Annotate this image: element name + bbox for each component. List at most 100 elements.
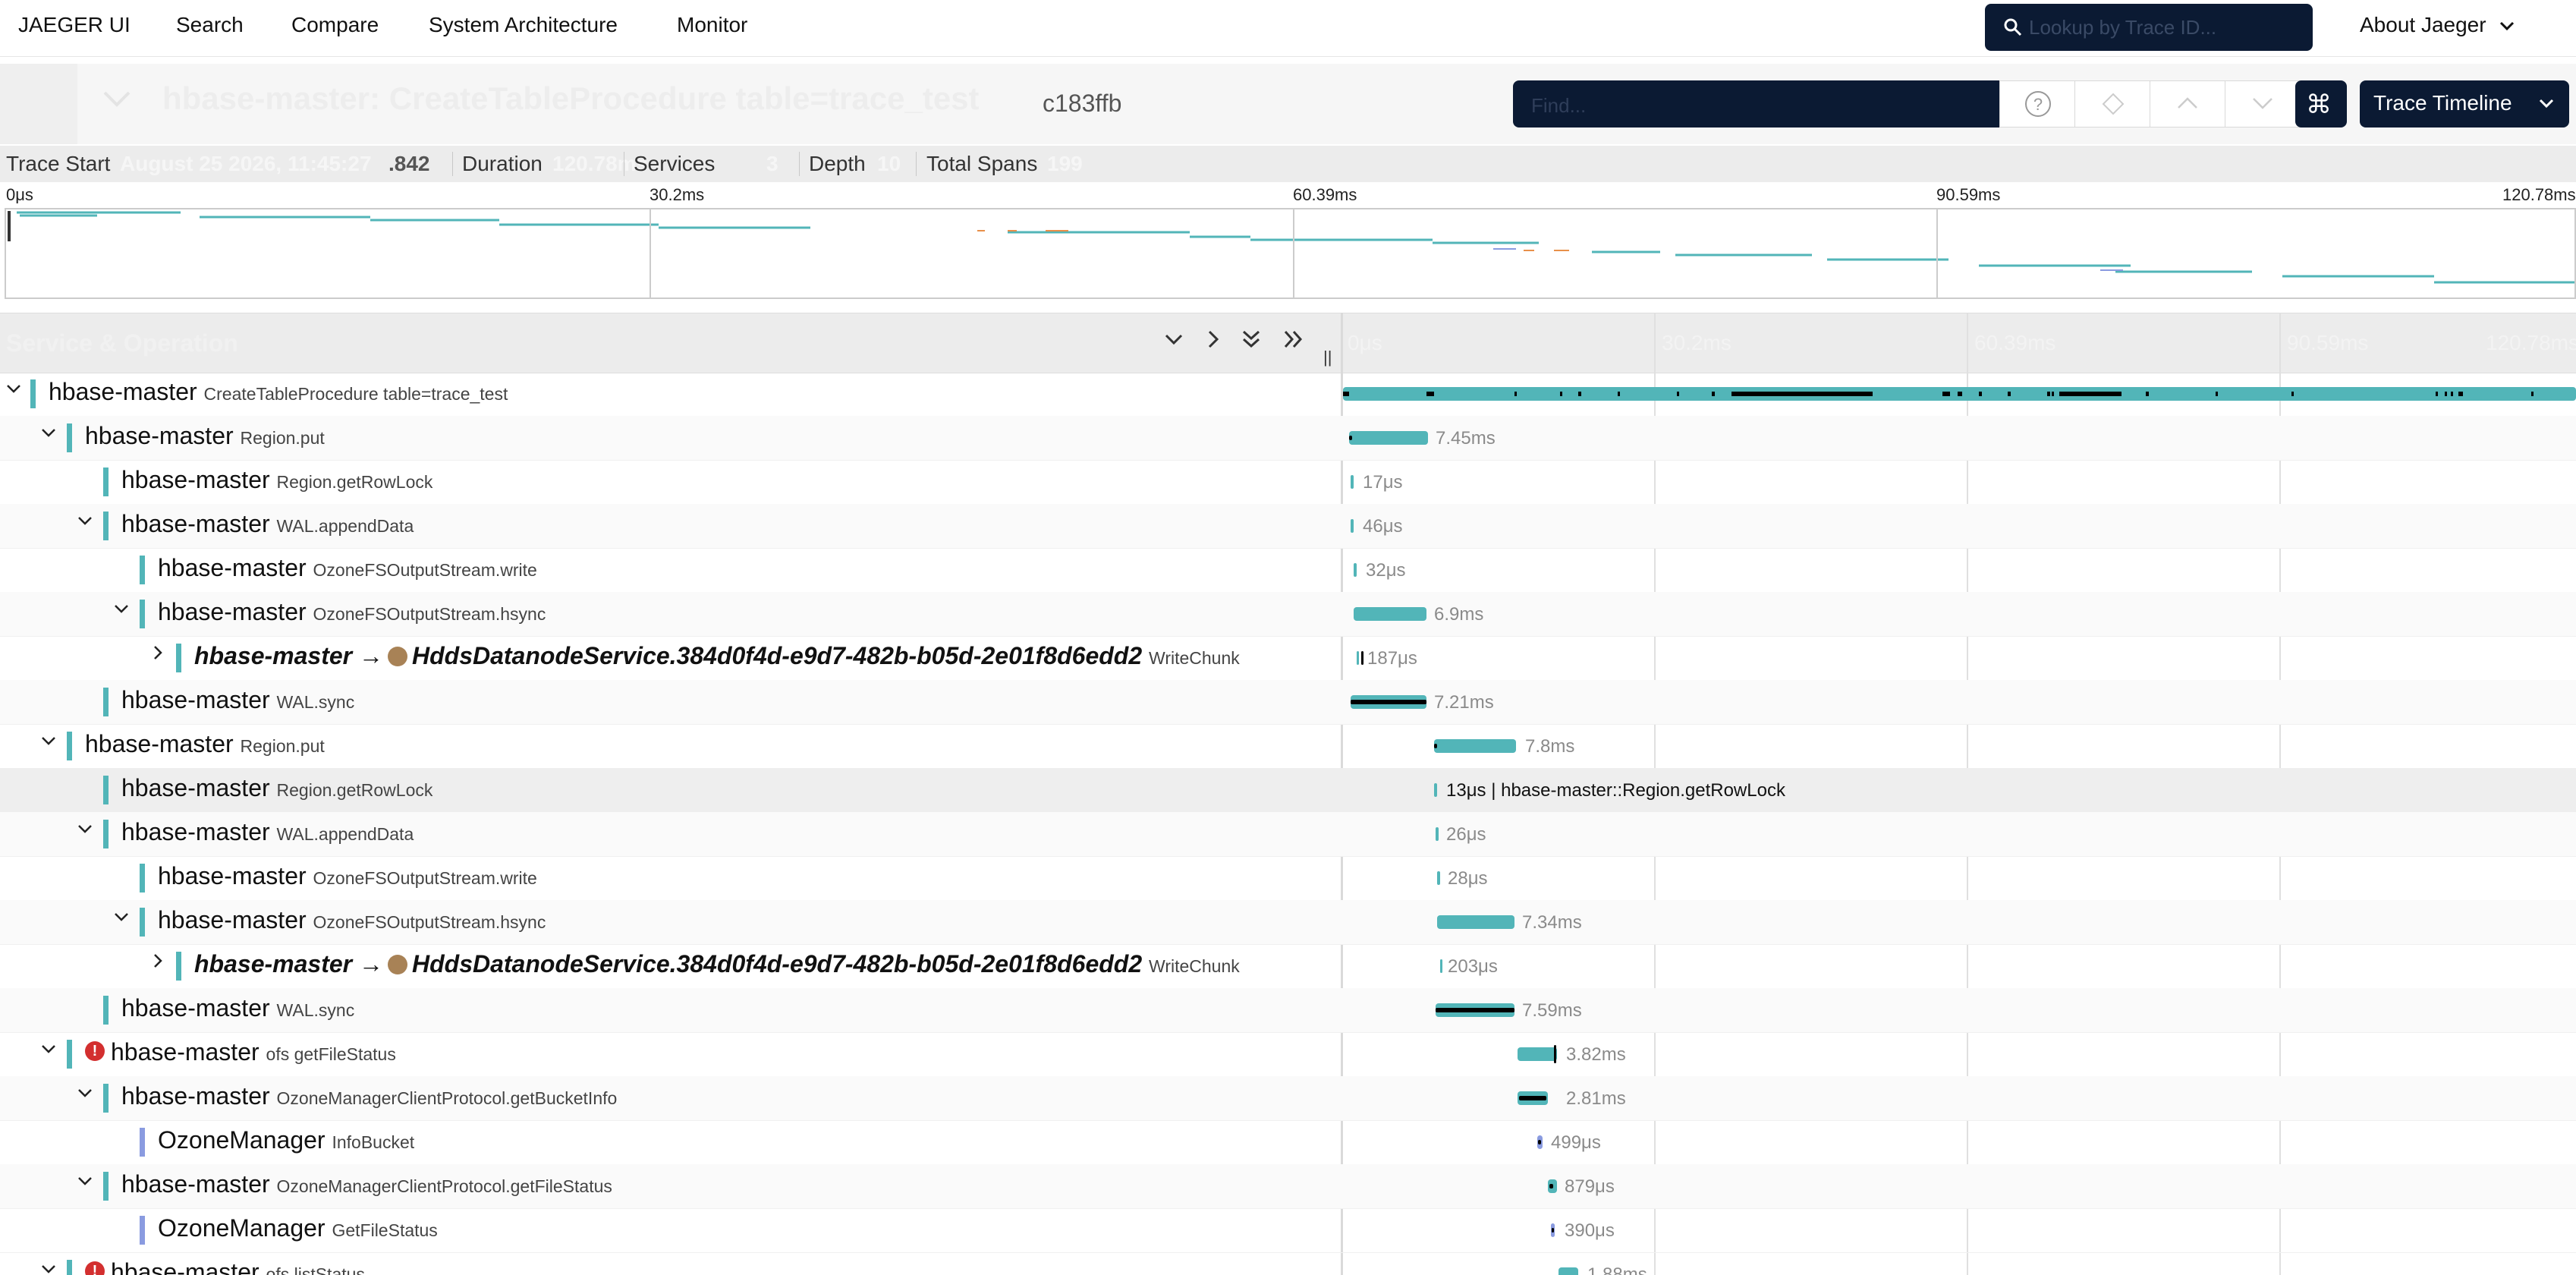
nav-search[interactable]: Search [176, 13, 244, 37]
span-name[interactable]: hbase-master → HddsDatanodeService.384d0f… [194, 950, 1240, 978]
span-name[interactable]: OzoneManager GetFileStatus [158, 1214, 438, 1242]
service-color-bar [103, 468, 109, 496]
span-name[interactable]: hbase-master OzoneFSOutputStream.write [158, 554, 537, 582]
span-row[interactable]: ! hbase-master ofs getFileStatus 3.82ms [0, 1032, 2576, 1077]
span-name[interactable]: hbase-master CreateTableProcedure table=… [49, 378, 508, 406]
chevron-right-icon[interactable] [149, 644, 167, 662]
span-row[interactable]: hbase-master → HddsDatanodeService.384d0f… [0, 944, 2576, 989]
back-button[interactable] [0, 64, 77, 144]
span-bar[interactable] [1351, 519, 1354, 533]
span-name[interactable]: hbase-master OzoneFSOutputStream.hsync [158, 598, 546, 626]
span-row[interactable]: hbase-master → HddsDatanodeService.384d0f… [0, 636, 2576, 681]
span-name[interactable]: hbase-master → HddsDatanodeService.384d0f… [194, 642, 1240, 670]
chevron-down-icon[interactable] [76, 820, 94, 838]
span-row[interactable]: hbase-master WAL.appendData 26μs [0, 812, 2576, 857]
collapse-all-icon[interactable] [1240, 328, 1263, 351]
span-row[interactable]: hbase-master OzoneManagerClientProtocol.… [0, 1164, 2576, 1209]
about-jaeger-menu[interactable]: About Jaeger [2360, 13, 2515, 37]
collapse-one-icon[interactable] [1162, 328, 1185, 351]
span-bar[interactable] [1434, 739, 1516, 753]
span-row[interactable]: hbase-master OzoneFSOutputStream.hsync 7… [0, 900, 2576, 945]
span-bar[interactable] [1518, 1047, 1557, 1061]
trace-id-lookup-input[interactable]: Lookup by Trace ID... [1985, 4, 2313, 51]
span-row[interactable]: hbase-master Region.put 7.8ms [0, 724, 2576, 769]
locate-button[interactable] [2074, 80, 2150, 128]
span-row[interactable]: hbase-master OzoneFSOutputStream.write 3… [0, 548, 2576, 593]
chevron-down-icon[interactable] [76, 512, 94, 530]
span-bar[interactable] [1440, 959, 1442, 973]
help-button[interactable]: ? [1999, 80, 2075, 128]
chevron-down-icon[interactable] [76, 1084, 94, 1102]
span-bar[interactable] [1436, 827, 1439, 841]
span-row[interactable]: hbase-master OzoneManagerClientProtocol.… [0, 1076, 2576, 1121]
chevron-down-icon[interactable] [39, 1260, 58, 1275]
span-bar[interactable] [1354, 607, 1426, 621]
next-match-button[interactable] [2225, 80, 2301, 128]
minimap-gridline [650, 208, 651, 299]
chevron-down-icon[interactable] [5, 379, 23, 398]
chevron-right-icon[interactable] [149, 952, 167, 970]
chevron-down-icon[interactable] [39, 732, 58, 750]
span-name[interactable]: OzoneManager InfoBucket [158, 1126, 414, 1154]
span-name[interactable]: hbase-master Region.put [85, 422, 325, 450]
span-bar[interactable] [1437, 915, 1514, 929]
span-duration: 7.59ms [1522, 1000, 1582, 1021]
span-name[interactable]: hbase-master Region.getRowLock [121, 466, 432, 494]
span-bar[interactable] [1558, 1267, 1578, 1275]
brand-link[interactable]: JAEGER UI [18, 13, 131, 37]
span-row[interactable]: hbase-master Region.getRowLock 13μs | hb… [0, 768, 2576, 813]
expand-all-icon[interactable] [1282, 328, 1305, 351]
span-row[interactable]: OzoneManager GetFileStatus 390μs [0, 1208, 2576, 1253]
span-name[interactable]: hbase-master OzoneFSOutputStream.hsync [158, 906, 546, 934]
span-name[interactable]: hbase-master ofs listStatus [111, 1258, 365, 1275]
trace-minimap[interactable] [5, 208, 2576, 299]
span-row[interactable]: hbase-master WAL.appendData 46μs [0, 504, 2576, 549]
collapse-chevron-icon[interactable] [102, 90, 132, 108]
critical-path [1538, 1140, 1541, 1144]
expand-one-icon[interactable] [1202, 328, 1225, 351]
span-row[interactable]: hbase-master WAL.sync 7.59ms [0, 988, 2576, 1033]
span-row[interactable]: hbase-master Region.getRowLock 17μs [0, 460, 2576, 505]
find-input[interactable]: Find... [1513, 80, 1999, 128]
minimap-gridline [1936, 208, 1938, 299]
span-duration: 46μs [1363, 516, 1403, 537]
span-name[interactable]: hbase-master WAL.appendData [121, 510, 414, 538]
chevron-down-icon[interactable] [39, 423, 58, 442]
span-bar[interactable] [1349, 431, 1428, 445]
chevron-down-icon[interactable] [76, 1172, 94, 1190]
span-row[interactable]: hbase-master CreateTableProcedure table=… [0, 372, 2576, 417]
span-name[interactable]: hbase-master Region.put [85, 730, 325, 758]
span-name[interactable]: hbase-master WAL.appendData [121, 818, 414, 846]
nav-system-architecture[interactable]: System Architecture [429, 13, 618, 37]
span-bar[interactable] [1357, 651, 1359, 665]
span-row[interactable]: OzoneManager InfoBucket 499μs [0, 1120, 2576, 1165]
span-name[interactable]: hbase-master OzoneFSOutputStream.write [158, 862, 537, 890]
span-name[interactable]: hbase-master WAL.sync [121, 686, 354, 714]
span-name[interactable]: hbase-master OzoneManagerClientProtocol.… [121, 1170, 612, 1198]
minimap-tick: 0μs [6, 185, 33, 204]
span-row[interactable]: hbase-master OzoneFSOutputStream.hsync 6… [0, 592, 2576, 637]
prev-match-button[interactable] [2150, 80, 2225, 128]
chevron-down-icon[interactable] [39, 1040, 58, 1058]
nav-monitor[interactable]: Monitor [677, 13, 747, 37]
span-name[interactable]: hbase-master WAL.sync [121, 994, 354, 1022]
span-bar[interactable] [1351, 475, 1354, 489]
service-color-bar [67, 732, 72, 760]
chevron-down-icon[interactable] [112, 600, 131, 618]
chevron-down-icon[interactable] [112, 908, 131, 926]
span-row[interactable]: hbase-master WAL.sync 7.21ms [0, 680, 2576, 725]
span-row[interactable]: ! hbase-master ofs listStatus 1.88ms [0, 1252, 2576, 1275]
resize-handle-icon[interactable]: || [1323, 348, 1332, 367]
service-color-bar [103, 512, 109, 540]
view-selector[interactable]: Trace Timeline [2360, 80, 2569, 128]
keyboard-shortcuts-button[interactable]: ⌘ [2295, 80, 2347, 128]
span-row[interactable]: hbase-master OzoneFSOutputStream.write 2… [0, 856, 2576, 901]
span-name[interactable]: hbase-master OzoneManagerClientProtocol.… [121, 1082, 617, 1110]
nav-compare[interactable]: Compare [291, 13, 379, 37]
span-row[interactable]: hbase-master Region.put 7.45ms [0, 416, 2576, 461]
span-bar[interactable] [1437, 871, 1440, 885]
span-name[interactable]: hbase-master Region.getRowLock [121, 774, 432, 802]
span-bar[interactable] [1434, 783, 1437, 797]
span-bar[interactable] [1354, 563, 1357, 577]
span-name[interactable]: hbase-master ofs getFileStatus [111, 1038, 396, 1066]
